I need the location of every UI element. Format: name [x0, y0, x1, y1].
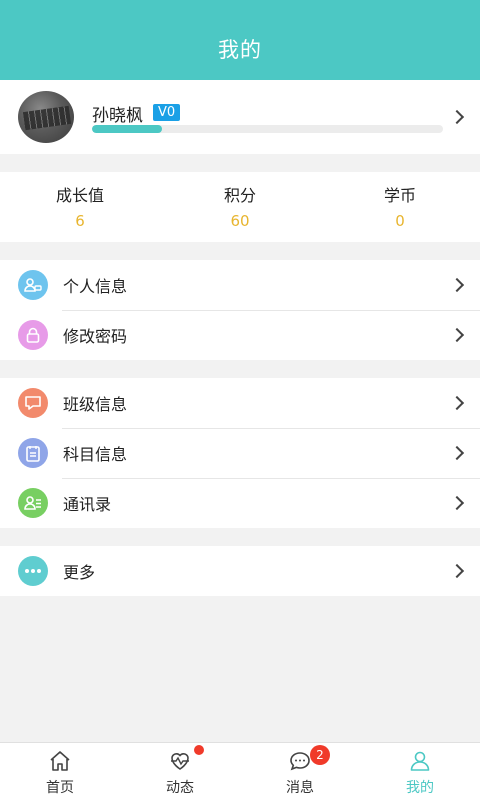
- clipboard-icon: [18, 438, 48, 468]
- level-badge: V0: [153, 104, 181, 121]
- lock-icon: [18, 320, 48, 350]
- heartbeat-icon: [171, 753, 189, 770]
- menu-group-more: 更多: [0, 546, 480, 596]
- contacts-icon: [18, 488, 48, 518]
- menu-group-school: 班级信息 科目信息 通讯录: [0, 378, 480, 528]
- chevron-right-icon: [449, 563, 465, 579]
- tab-mine[interactable]: 我的: [360, 743, 480, 800]
- stat-value: 60: [230, 212, 250, 230]
- chevron-right-icon: [449, 395, 465, 411]
- stat-label: 学币: [383, 186, 416, 205]
- stat-coins[interactable]: 学币 0: [320, 182, 480, 230]
- notification-dot: [194, 745, 204, 755]
- chevron-right-icon: [449, 495, 465, 511]
- tab-label: 首页: [46, 780, 74, 796]
- tab-activity[interactable]: 动态: [120, 743, 240, 800]
- menu-item-label: 科目信息: [63, 445, 128, 464]
- profile-name: 孙晓枫: [92, 106, 143, 126]
- menu-item-more[interactable]: 更多: [0, 546, 480, 596]
- stat-label: 积分: [223, 186, 256, 205]
- chat-box-icon: [18, 388, 48, 418]
- menu-item-class-info[interactable]: 班级信息: [0, 378, 480, 428]
- menu-item-contacts[interactable]: 通讯录: [0, 478, 480, 528]
- stats-panel: 成长值 6 积分 60 学币 0: [0, 172, 480, 242]
- stat-label: 成长值: [55, 186, 104, 205]
- page-title: 我的: [218, 38, 262, 62]
- stat-points[interactable]: 积分 60: [160, 182, 320, 230]
- menu-item-subject-info[interactable]: 科目信息: [0, 428, 480, 478]
- tab-messages[interactable]: 2 消息: [240, 743, 360, 800]
- chevron-right-icon: [449, 327, 465, 343]
- growth-progress-bar: [92, 125, 443, 133]
- unread-count-badge: 2: [310, 745, 330, 765]
- tab-label: 我的: [406, 780, 434, 796]
- chevron-right-icon: [449, 109, 465, 125]
- chevron-right-icon: [449, 445, 465, 461]
- menu-item-label: 修改密码: [63, 327, 128, 346]
- menu-item-label: 更多: [63, 563, 96, 582]
- message-icon: [290, 752, 310, 771]
- tab-label: 动态: [166, 780, 194, 796]
- growth-progress-fill: [92, 125, 163, 133]
- stat-value: 6: [75, 212, 85, 230]
- stat-value: 0: [395, 212, 405, 230]
- menu-item-label: 班级信息: [63, 395, 128, 414]
- menu-item-label: 通讯录: [63, 495, 112, 514]
- person-card-icon: [18, 270, 48, 300]
- menu-item-personal-info[interactable]: 个人信息: [0, 260, 480, 310]
- bottom-tab-bar: 首页 动态 2 消息 我的: [0, 742, 480, 800]
- tab-label: 消息: [286, 780, 314, 796]
- profile-card[interactable]: 孙晓枫 V0: [0, 80, 480, 154]
- stat-growth[interactable]: 成长值 6: [0, 182, 160, 230]
- chevron-right-icon: [449, 277, 465, 293]
- more-dots-icon: [18, 556, 48, 586]
- menu-group-account: 个人信息 修改密码: [0, 260, 480, 360]
- app-header: 我的: [0, 0, 480, 80]
- avatar[interactable]: [18, 91, 74, 143]
- user-icon: [410, 751, 430, 771]
- home-icon: [50, 751, 70, 771]
- menu-item-label: 个人信息: [63, 277, 128, 296]
- menu-item-change-password[interactable]: 修改密码: [0, 310, 480, 360]
- tab-home[interactable]: 首页: [0, 743, 120, 800]
